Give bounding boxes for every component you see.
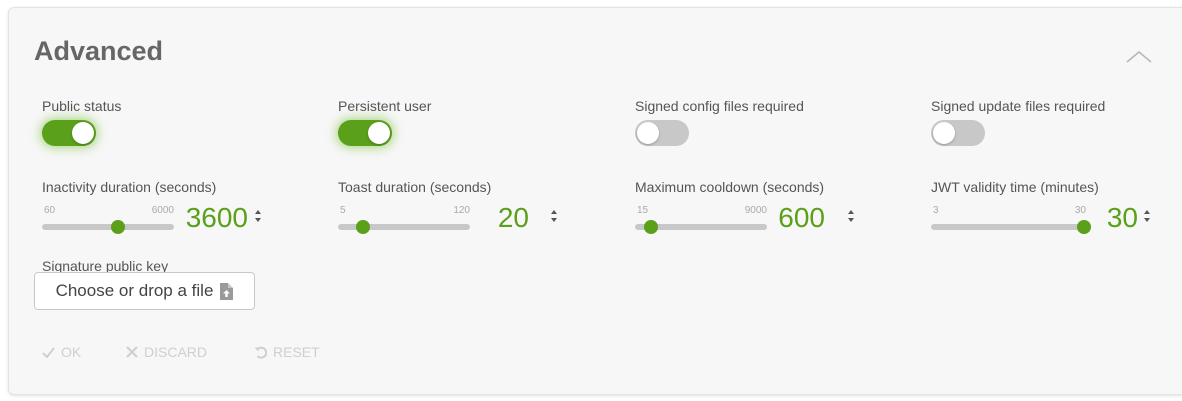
maximum-cooldown-spinner[interactable] [847, 208, 855, 226]
choose-file-button[interactable]: Choose or drop a file [34, 272, 255, 310]
spin-down-icon[interactable] [551, 218, 557, 222]
toast-duration-label: Toast duration (seconds) [338, 179, 492, 195]
ok-label: OK [61, 344, 82, 360]
spin-down-icon[interactable] [255, 218, 261, 222]
toast-duration-value[interactable]: 20 [449, 202, 529, 234]
signed-config-files-label: Signed config files required [635, 98, 804, 114]
jwt-validity-spinner[interactable] [1143, 208, 1151, 226]
advanced-settings-card [8, 7, 1182, 395]
slider-thumb[interactable] [356, 220, 370, 234]
toggle-knob [637, 122, 659, 144]
signed-update-files-label: Signed update files required [931, 98, 1106, 114]
choose-file-label: Choose or drop a file [55, 281, 214, 300]
chevron-up-icon[interactable] [1125, 50, 1153, 64]
spin-up-icon[interactable] [1144, 210, 1150, 214]
discard-label: DISCARD [144, 344, 208, 360]
maximum-cooldown-value[interactable]: 600 [745, 202, 825, 234]
slider-min: 5 [340, 205, 346, 216]
spin-down-icon[interactable] [848, 218, 854, 222]
file-upload-icon [220, 282, 234, 300]
slider-thumb[interactable] [644, 220, 658, 234]
spin-up-icon[interactable] [255, 210, 261, 214]
toggle-knob [72, 122, 94, 144]
slider-min: 3 [933, 205, 939, 216]
maximum-cooldown-label: Maximum cooldown (seconds) [635, 179, 825, 195]
slider-min: 15 [637, 205, 649, 216]
reset-label: RESET [273, 344, 320, 360]
persistent-user-label: Persistent user [338, 98, 432, 114]
persistent-user-toggle[interactable] [338, 120, 392, 146]
spin-up-icon[interactable] [848, 210, 854, 214]
toast-duration-spinner[interactable] [550, 208, 558, 226]
toggle-knob [368, 122, 390, 144]
inactivity-duration-label: Inactivity duration (seconds) [42, 179, 217, 195]
section-title: Advanced [34, 36, 164, 66]
check-icon [42, 346, 55, 358]
slider-thumb[interactable] [111, 220, 125, 234]
slider-track[interactable] [42, 224, 174, 230]
signed-update-files-toggle[interactable] [931, 120, 985, 146]
spin-up-icon[interactable] [551, 210, 557, 214]
inactivity-duration-spinner[interactable] [254, 208, 262, 226]
inactivity-duration-value[interactable]: 3600 [168, 202, 248, 234]
ok-button[interactable]: OK [42, 344, 81, 360]
close-icon [126, 346, 138, 358]
inactivity-duration-slider[interactable]: 60 6000 [42, 205, 174, 235]
public-status-toggle[interactable] [42, 120, 96, 146]
toggle-knob [933, 122, 955, 144]
reset-button[interactable]: RESET [254, 344, 320, 360]
slider-min: 60 [44, 205, 56, 216]
spin-down-icon[interactable] [1144, 218, 1150, 222]
discard-button[interactable]: DISCARD [126, 344, 207, 360]
undo-icon [254, 346, 267, 359]
signed-config-files-toggle[interactable] [635, 120, 689, 146]
jwt-validity-value[interactable]: 30 [1058, 202, 1138, 234]
jwt-validity-label: JWT validity time (minutes) [931, 179, 1099, 195]
public-status-label: Public status [42, 98, 122, 114]
